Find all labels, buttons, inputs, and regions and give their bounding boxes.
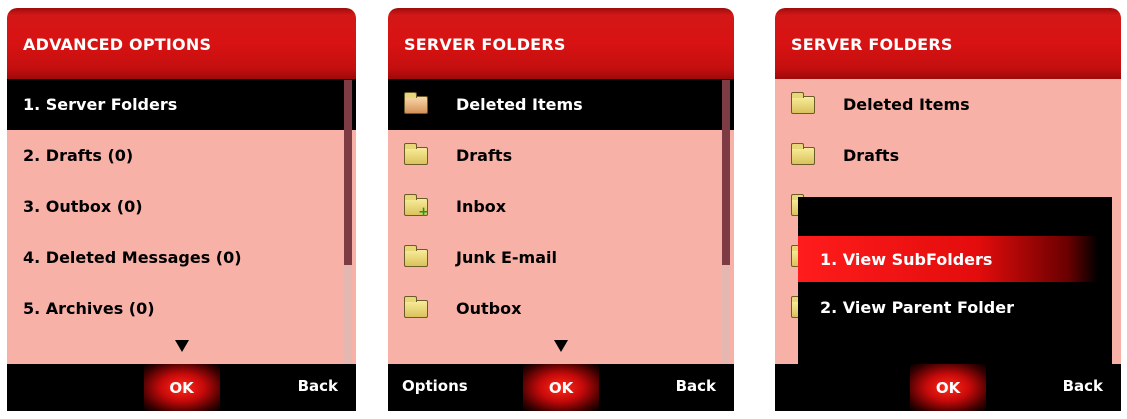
popup-item-view-parent-folder[interactable]: 2. View Parent Folder [798,284,1098,330]
scroll-down-arrow-icon [554,340,568,352]
scrollbar-thumb[interactable] [344,80,352,265]
ok-softkey[interactable]: OK [910,364,986,411]
menu-item-label: 5. Archives (0) [23,299,155,318]
advanced-options-screen: ADVANCED OPTIONS 1. Server Folders 2. Dr… [7,8,356,411]
folder-icon [791,142,815,165]
softkey-bar: OK Back [775,364,1121,411]
folder-icon [404,295,428,318]
folder-label: Drafts [843,146,900,165]
menu-item-label: 4. Deleted Messages (0) [23,248,242,267]
ok-softkey[interactable]: OK [523,364,599,411]
back-softkey[interactable]: Back [676,377,716,395]
scrollbar-thumb[interactable] [722,80,730,265]
folder-item-deleted-items[interactable]: Deleted Items [388,79,734,130]
folder-label: Drafts [456,146,513,165]
folder-item-drafts[interactable]: Drafts [775,130,1121,181]
screen-title: SERVER FOLDERS [404,35,566,54]
menu-item-outbox[interactable]: 3. Outbox (0) [7,181,356,232]
scroll-down-arrow-icon [174,340,189,352]
title-bar: SERVER FOLDERS [775,8,1121,79]
popup-item-view-subfolders[interactable]: 1. View SubFolders [798,236,1098,282]
folder-label: Junk E-mail [456,248,557,267]
title-bar: SERVER FOLDERS [388,8,734,79]
options-softkey[interactable]: Options [402,377,468,395]
folder-list: Deleted Items Drafts Inbox Junk E-mail O… [388,79,734,334]
menu-item-drafts[interactable]: 2. Drafts (0) [7,130,356,181]
softkey-bar: OK Back [7,364,356,411]
folder-label: Deleted Items [456,95,583,114]
ok-softkey[interactable]: OK [143,364,220,411]
scrollbar[interactable] [344,80,352,372]
folder-item-inbox[interactable]: Inbox [388,181,734,232]
title-bar: ADVANCED OPTIONS [7,8,356,79]
folder-item-drafts[interactable]: Drafts [388,130,734,181]
menu-item-archives[interactable]: 5. Archives (0) [7,283,356,334]
menu-item-label: 3. Outbox (0) [23,197,143,216]
menu-item-server-folders[interactable]: 1. Server Folders [7,79,356,130]
scrollbar[interactable] [722,80,730,372]
menu-item-label: 2. Drafts (0) [23,146,134,165]
folder-label: Deleted Items [843,95,970,114]
folder-item-deleted-items[interactable]: Deleted Items [775,79,1121,130]
folder-icon [404,244,428,267]
options-list: 1. Server Folders 2. Drafts (0) 3. Outbo… [7,79,356,334]
menu-item-deleted-messages[interactable]: 4. Deleted Messages (0) [7,232,356,283]
back-softkey[interactable]: Back [298,377,338,395]
back-softkey[interactable]: Back [1063,377,1103,395]
inbox-folder-icon [404,193,429,220]
open-folder-icon [404,91,428,114]
screen-title: SERVER FOLDERS [791,35,953,54]
folder-label: Inbox [456,197,507,216]
folder-label: Outbox [456,299,522,318]
folder-icon [791,91,815,114]
screen-title: ADVANCED OPTIONS [23,35,212,54]
server-folders-popup-screen: SERVER FOLDERS Deleted Items Drafts 1. V… [775,8,1121,411]
server-folders-screen: SERVER FOLDERS Deleted Items Drafts Inbo… [388,8,734,411]
folder-icon [404,142,428,165]
folder-item-outbox[interactable]: Outbox [388,283,734,334]
softkey-bar: Options OK Back [388,364,734,411]
folder-item-junk-email[interactable]: Junk E-mail [388,232,734,283]
menu-item-label: 1. Server Folders [23,95,178,114]
